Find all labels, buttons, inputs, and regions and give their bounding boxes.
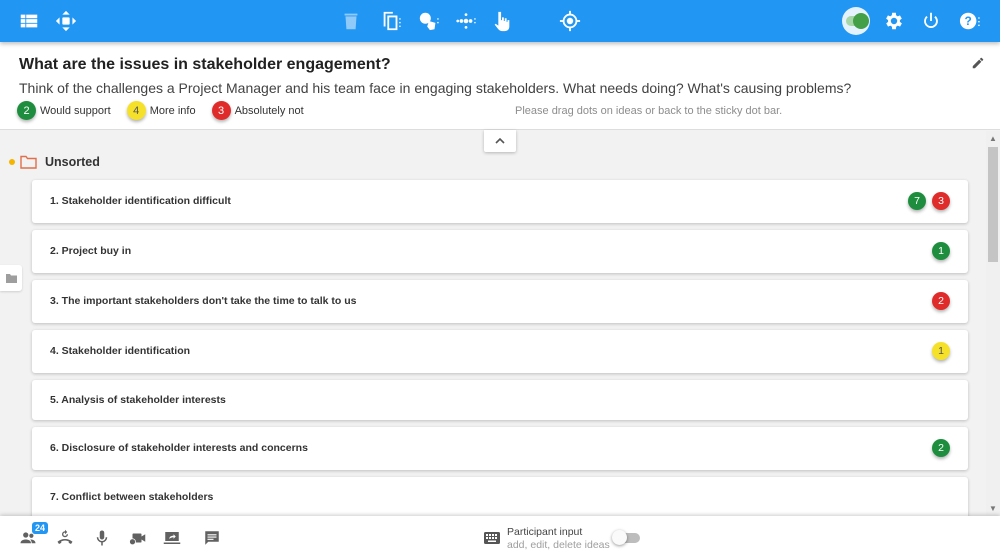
dot-label: Would support — [40, 104, 111, 117]
side-folder-button[interactable] — [0, 265, 22, 291]
toggle-knob — [853, 13, 869, 29]
idea-card[interactable]: 3. The important stakeholders don't take… — [32, 280, 968, 323]
scroll-down-arrow[interactable]: ▼ — [988, 504, 998, 514]
idea-card[interactable]: 5. Analysis of stakeholder interests — [32, 380, 968, 420]
idea-card[interactable]: 4. Stakeholder identification 1 — [32, 330, 968, 373]
idea-text: 6. Disclosure of stakeholder interests a… — [50, 442, 308, 454]
dot-absolutely-not[interactable]: 3 Absolutely not — [211, 101, 304, 120]
idea-text: 3. The important stakeholders don't take… — [50, 295, 357, 307]
move-icon[interactable] — [54, 9, 78, 33]
edit-icon[interactable] — [971, 56, 985, 70]
chat-icon[interactable] — [202, 528, 222, 548]
drag-hint: Please drag dots on ideas or back to the… — [515, 105, 783, 117]
duplicate-icon[interactable] — [379, 9, 403, 33]
chevron-up-icon — [495, 137, 505, 144]
settings-icon[interactable] — [882, 9, 906, 33]
vote-dot-yellow[interactable]: 1 — [932, 342, 950, 360]
call-reconnect-icon[interactable] — [55, 528, 75, 548]
sticky-dot-bar: 2 Would support 4 More info 3 Absolutely… — [17, 101, 320, 120]
dot-label: More info — [149, 104, 196, 117]
vote-dot-green[interactable]: 7 — [908, 192, 926, 210]
presenter-toggle[interactable] — [842, 7, 870, 35]
top-toolbar: ? — [0, 0, 1000, 42]
yellow-dot-count[interactable]: 4 — [126, 101, 146, 120]
vote-dot-red[interactable]: 2 — [932, 292, 950, 310]
idea-votes: 1 — [926, 242, 950, 260]
participant-input-title: Participant input — [507, 526, 583, 538]
question-description: Think of the challenges a Project Manage… — [19, 80, 852, 96]
idea-card[interactable]: 2. Project buy in 1 — [32, 230, 968, 273]
toggle-knob — [612, 530, 627, 545]
bottom-bar: 24 Participant input add, edit, delete i… — [0, 516, 1000, 560]
idea-card[interactable]: 1. Stakeholder identification difficult … — [32, 180, 968, 223]
question-header: What are the issues in stakeholder engag… — [0, 42, 1000, 130]
merge-icon[interactable] — [417, 9, 441, 33]
group-status-dot — [9, 159, 15, 165]
dot-would-support[interactable]: 2 Would support — [17, 101, 111, 120]
help-icon[interactable]: ? — [958, 9, 982, 33]
svg-text:?: ? — [965, 14, 972, 28]
folder-icon[interactable] — [20, 155, 37, 169]
spread-icon[interactable] — [454, 9, 478, 33]
list-view-icon[interactable] — [17, 9, 41, 33]
vote-dot-green[interactable]: 2 — [932, 439, 950, 457]
idea-text: 1. Stakeholder identification difficult — [50, 195, 231, 207]
power-icon[interactable] — [919, 9, 943, 33]
idea-card[interactable]: 7. Conflict between stakeholders — [32, 477, 968, 516]
vote-dot-green[interactable]: 1 — [932, 242, 950, 260]
touch-icon[interactable] — [490, 9, 514, 33]
microphone-icon[interactable] — [92, 528, 112, 548]
idea-text: 7. Conflict between stakeholders — [50, 491, 214, 503]
scroll-thumb[interactable] — [988, 147, 998, 262]
idea-votes: 7 3 — [902, 192, 950, 210]
participant-input-subtitle: add, edit, delete ideas — [507, 539, 610, 551]
group-label: Unsorted — [45, 155, 100, 169]
scrollbar[interactable]: ▲ ▼ — [986, 131, 1000, 516]
group-header-unsorted: Unsorted — [9, 155, 100, 169]
idea-text: 5. Analysis of stakeholder interests — [50, 394, 226, 406]
collapse-header-button[interactable] — [484, 130, 516, 152]
delete-icon[interactable] — [339, 9, 363, 33]
red-dot-count[interactable]: 3 — [211, 101, 231, 120]
ideas-list: Unsorted 1. Stakeholder identification d… — [0, 131, 986, 516]
idea-text: 4. Stakeholder identification — [50, 345, 191, 357]
screen-share-icon[interactable] — [162, 528, 182, 548]
idea-text: 2. Project buy in — [50, 245, 132, 257]
participants-count-badge: 24 — [32, 522, 49, 534]
keyboard-icon — [484, 531, 500, 544]
toggle-track — [846, 13, 869, 29]
idea-votes: 2 — [926, 292, 950, 310]
participant-input-toggle[interactable] — [612, 530, 640, 545]
scroll-up-arrow[interactable]: ▲ — [988, 134, 998, 144]
dot-more-info[interactable]: 4 More info — [126, 101, 196, 120]
vote-dot-red[interactable]: 3 — [932, 192, 950, 210]
idea-card[interactable]: 6. Disclosure of stakeholder interests a… — [32, 427, 968, 470]
page-title: What are the issues in stakeholder engag… — [19, 56, 391, 73]
dot-label: Absolutely not — [234, 104, 304, 117]
green-dot-count[interactable]: 2 — [17, 101, 36, 120]
focus-icon[interactable] — [558, 9, 582, 33]
idea-votes: 1 — [926, 342, 950, 360]
video-settings-icon[interactable] — [127, 528, 147, 548]
idea-votes: 2 — [926, 439, 950, 457]
folder-icon — [5, 273, 17, 283]
